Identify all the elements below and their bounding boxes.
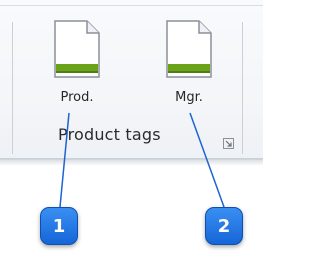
callout-line-2 <box>189 112 225 208</box>
callout-badge-2: 2 <box>205 207 243 245</box>
callout-badge-1: 1 <box>40 207 78 245</box>
callout-line-1 <box>59 112 70 208</box>
screenshot-stage: Prod. Mgr. Product tags 1 2 <box>0 0 263 271</box>
